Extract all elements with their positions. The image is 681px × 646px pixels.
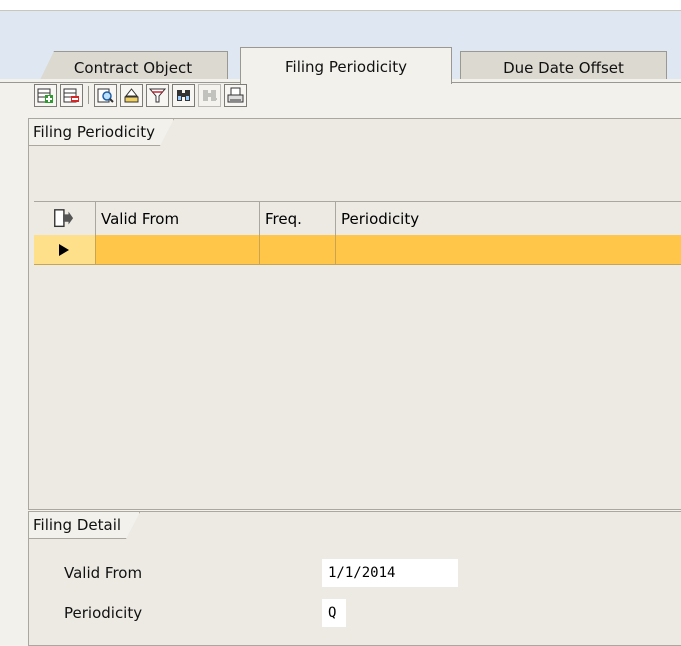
tab-strip: Contract Object Filing Periodicity Due D… [0,11,681,84]
valid-from-label: Valid From [64,564,143,582]
title-bar-edge [0,0,681,11]
cell-valid-from[interactable] [96,235,260,265]
column-header-valid-from[interactable]: Valid From [96,202,260,236]
find-next-icon[interactable] [198,84,221,107]
table-header: Valid From Freq. Periodicity [34,201,681,237]
filing-periodicity-group: Filing Periodicity [28,118,681,510]
filter-icon[interactable] [146,84,169,107]
find-icon[interactable] [172,84,195,107]
cell-periodicity[interactable] [336,235,681,265]
toolbar-separator [88,86,89,104]
group-title: Filing Detail [29,512,140,539]
column-header-freq[interactable]: Freq. [260,202,336,236]
delete-row-icon[interactable] [60,84,83,107]
periodicity-label: Periodicity [64,604,143,622]
column-header-periodicity[interactable]: Periodicity [336,202,681,236]
cell-freq[interactable] [260,235,336,265]
periodicity-field[interactable]: Q [322,599,346,627]
valid-from-field[interactable]: 1/1/2014 [322,559,458,587]
details-icon[interactable] [94,84,117,107]
print-icon[interactable] [224,84,247,107]
tab-filing-periodicity[interactable]: Filing Periodicity [240,47,452,84]
row-selector[interactable] [34,235,96,265]
sort-icon[interactable] [120,84,143,107]
insert-row-icon[interactable] [34,84,57,107]
group-title: Filing Periodicity [29,119,174,146]
select-all-icon[interactable] [34,202,96,236]
